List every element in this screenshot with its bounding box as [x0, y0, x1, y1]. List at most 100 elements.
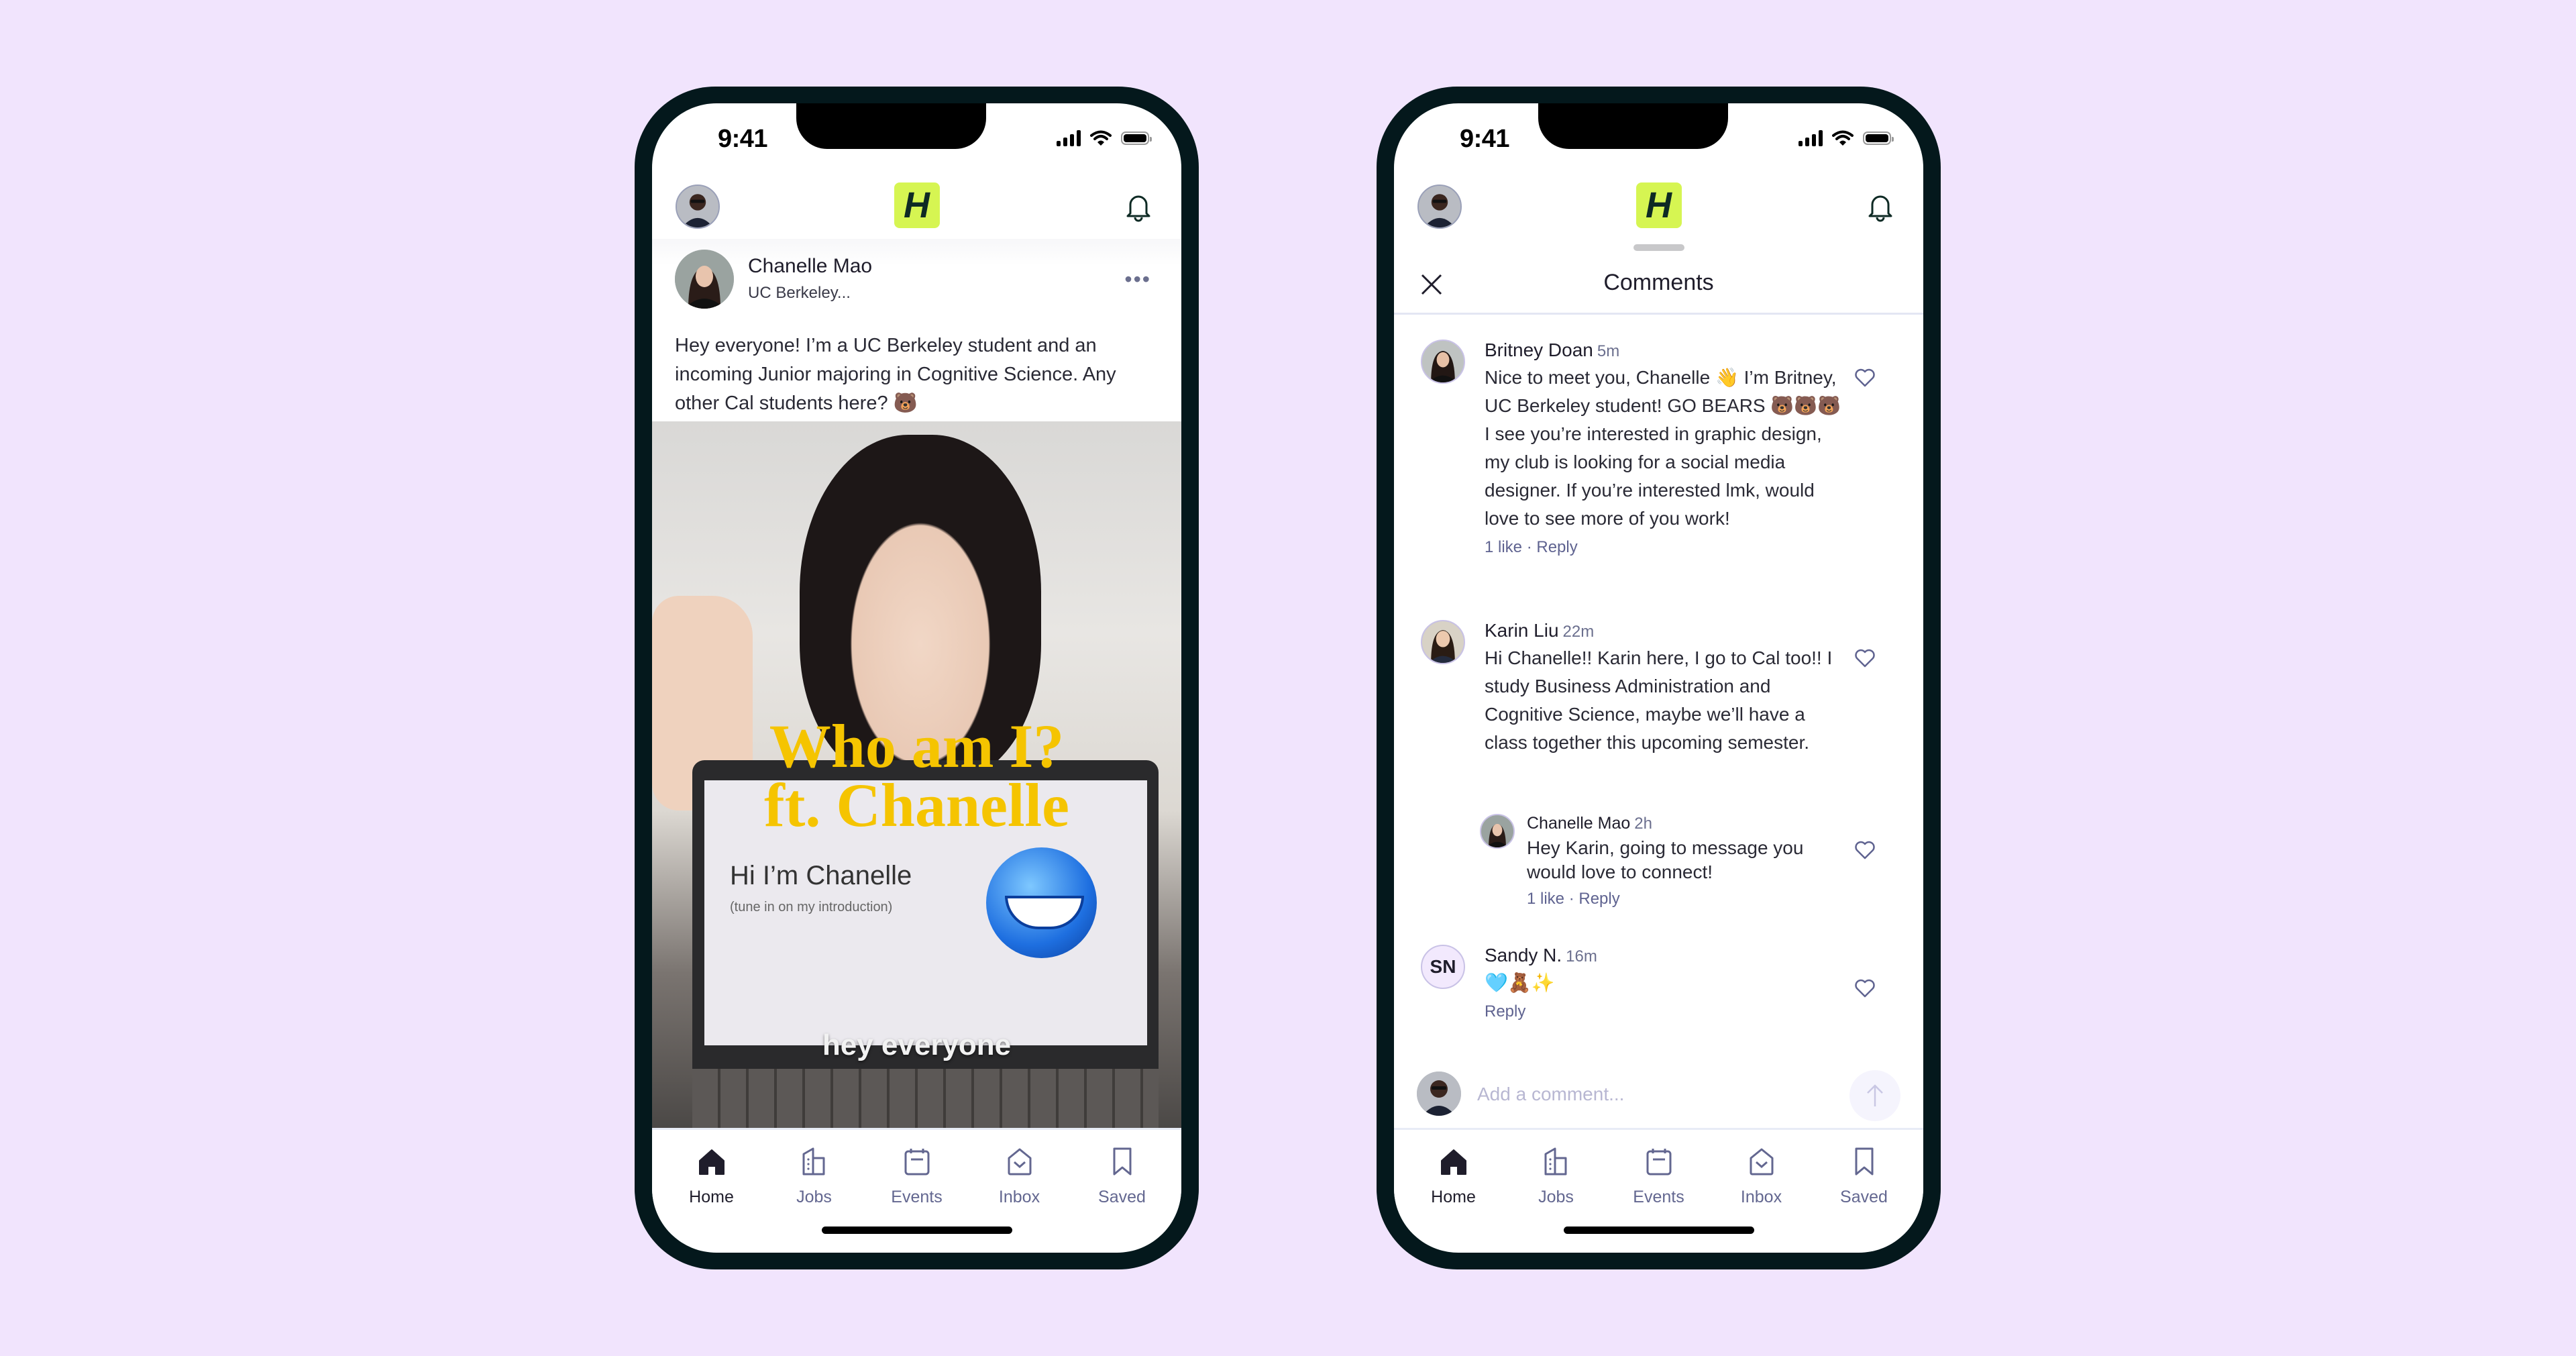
app-logo[interactable]: H	[1635, 182, 1682, 228]
profile-avatar[interactable]	[676, 185, 720, 229]
tab-saved[interactable]: Saved	[1821, 1130, 1908, 1235]
like-count[interactable]: 1 like	[1527, 890, 1564, 908]
tab-home[interactable]: Home	[668, 1130, 755, 1235]
slide-subtext: (tune in on my introduction)	[730, 900, 893, 915]
comment-actions: 1 like · Reply	[1527, 890, 1620, 908]
tab-inbox[interactable]: Inbox	[1718, 1130, 1805, 1235]
tab-label: Saved	[1840, 1188, 1888, 1206]
tab-inbox[interactable]: Inbox	[976, 1130, 1063, 1235]
reply-link[interactable]: Reply	[1485, 1002, 1525, 1021]
wifi-icon	[1090, 130, 1112, 146]
tab-label: Home	[1431, 1188, 1476, 1206]
tab-label: Events	[891, 1188, 943, 1206]
heart-icon[interactable]	[1854, 839, 1876, 862]
comments-title: Comments	[1603, 270, 1714, 295]
commenter-name[interactable]: Karin Liu	[1485, 620, 1559, 641]
post-author-avatar[interactable]	[675, 250, 734, 309]
heart-icon[interactable]	[1854, 366, 1876, 389]
app-logo[interactable]: H	[894, 182, 940, 228]
video-title-line1: Who am I?	[769, 712, 1065, 780]
tab-label: Events	[1633, 1188, 1684, 1206]
tab-label: Inbox	[998, 1188, 1040, 1206]
video-caption: hey everyone	[822, 1029, 1012, 1061]
tab-label: Jobs	[1538, 1188, 1574, 1206]
comment-actions: Reply	[1485, 1002, 1847, 1021]
comment-text: Hey Karin, going to message you would lo…	[1527, 837, 1804, 882]
top-bar: H	[1394, 174, 1923, 239]
building-icon	[802, 1147, 824, 1176]
reply-link[interactable]: Reply	[1536, 538, 1577, 556]
comment-input[interactable]	[1476, 1076, 1827, 1113]
commenter-name[interactable]: Chanelle Mao	[1527, 814, 1630, 833]
notch	[796, 103, 986, 149]
battery-icon	[1121, 132, 1152, 145]
status-time: 9:41	[1460, 125, 1510, 153]
calendar-icon	[904, 1149, 929, 1176]
post-video[interactable]: Hi I’m Chanelle (tune in on my introduct…	[652, 421, 1181, 1129]
inbox-icon	[1008, 1148, 1031, 1176]
tab-events[interactable]: Events	[873, 1130, 961, 1235]
post-author-subtitle: UC Berkeley...	[748, 284, 851, 302]
inbox-icon	[1750, 1148, 1773, 1176]
arrow-up-icon	[1867, 1084, 1883, 1106]
wifi-icon	[1832, 130, 1854, 146]
video-title-line2: ft. Chanelle	[764, 771, 1069, 839]
home-icon	[698, 1149, 724, 1175]
tab-jobs[interactable]: Jobs	[1513, 1130, 1600, 1235]
bell-icon[interactable]	[1121, 189, 1156, 224]
slide-heading: Hi I’m Chanelle	[730, 861, 912, 890]
top-bar: H	[652, 174, 1181, 239]
tab-saved[interactable]: Saved	[1079, 1130, 1166, 1235]
feed-screen: 9:41 H Chanelle Mao UC Berkeley... ••• H…	[652, 103, 1181, 1253]
comment-body: Sandy N. 16m 🩵🧸✨ Reply	[1485, 945, 1847, 1021]
building-icon	[1544, 1147, 1566, 1176]
comments-header: Comments	[1394, 259, 1923, 315]
comment-time: 5m	[1597, 342, 1620, 360]
comment-time: 22m	[1562, 623, 1595, 641]
bell-icon[interactable]	[1863, 189, 1898, 224]
bookmark-icon	[1855, 1147, 1873, 1176]
profile-avatar[interactable]	[1417, 185, 1462, 229]
like-count[interactable]: 1 like	[1485, 538, 1522, 556]
bookmark-icon	[1113, 1147, 1131, 1176]
more-options-icon[interactable]: •••	[1124, 267, 1151, 292]
comment-text: Nice to meet you, Chanelle 👋 I’m Britney…	[1485, 367, 1841, 529]
commenter-avatar[interactable]	[1480, 814, 1515, 849]
tab-jobs[interactable]: Jobs	[771, 1130, 858, 1235]
home-indicator	[1563, 1227, 1754, 1234]
home-indicator	[821, 1227, 1012, 1234]
send-button[interactable]	[1849, 1070, 1900, 1121]
reply-link[interactable]: Reply	[1578, 890, 1619, 908]
notch	[1538, 103, 1728, 149]
status-icons	[1057, 130, 1152, 146]
phone-comments: 9:41 H Comments Britney Doan 5m Nice to …	[1377, 87, 1941, 1269]
comment-text: 🩵🧸✨	[1485, 972, 1555, 993]
post-author-name[interactable]: Chanelle Mao	[748, 255, 872, 278]
phone-feed: 9:41 H Chanelle Mao UC Berkeley... ••• H…	[635, 87, 1199, 1269]
tab-bar: Home Jobs Events Inbox Saved	[1394, 1128, 1923, 1235]
sheet-drag-handle[interactable]	[1633, 244, 1684, 251]
tab-label: Home	[689, 1188, 734, 1206]
home-icon	[1440, 1149, 1466, 1175]
status-time: 9:41	[718, 125, 768, 153]
commenter-avatar[interactable]	[1421, 620, 1465, 664]
laptop-keyboard	[692, 1069, 1159, 1129]
tab-label: Inbox	[1740, 1188, 1782, 1206]
tab-home[interactable]: Home	[1410, 1130, 1497, 1235]
tab-events[interactable]: Events	[1615, 1130, 1703, 1235]
tab-label: Saved	[1098, 1188, 1146, 1206]
commenter-name[interactable]: Britney Doan	[1485, 340, 1593, 360]
comment-time: 16m	[1566, 947, 1597, 966]
comment-body: Britney Doan 5m Nice to meet you, Chanell…	[1485, 340, 1847, 557]
heart-icon[interactable]	[1854, 977, 1876, 1000]
heart-icon[interactable]	[1854, 647, 1876, 670]
signal-icon	[1057, 130, 1081, 146]
current-user-avatar	[1417, 1072, 1461, 1116]
commenter-initials-avatar[interactable]: SN	[1421, 945, 1465, 989]
tab-bar: Home Jobs Events Inbox Saved	[652, 1128, 1181, 1235]
video-title: Who am I? ft. Chanelle	[652, 712, 1181, 839]
commenter-name[interactable]: Sandy N.	[1485, 945, 1562, 966]
status-icons	[1799, 130, 1894, 146]
commenter-avatar[interactable]	[1421, 340, 1465, 384]
comment-body: Chanelle Mao 2h Hey Karin, going to messa…	[1527, 814, 1849, 908]
